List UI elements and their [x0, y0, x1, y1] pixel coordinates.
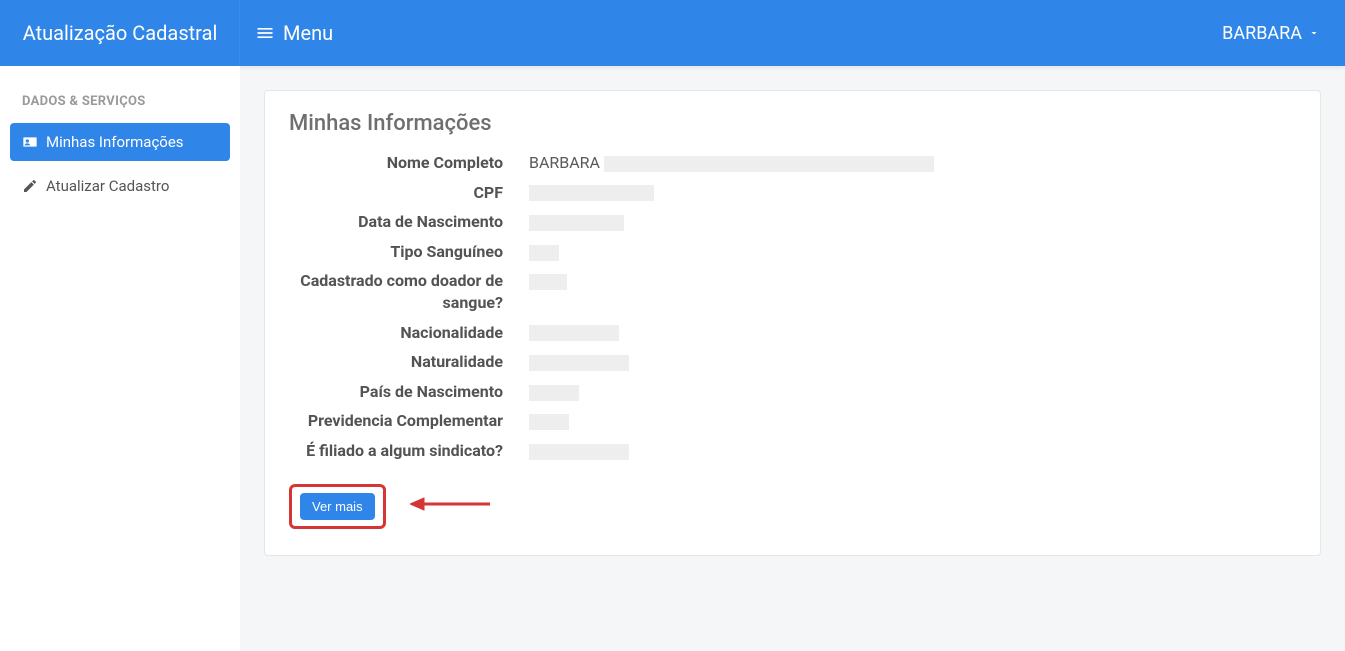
id-card-icon — [22, 134, 38, 150]
ver-mais-button[interactable]: Ver mais — [300, 493, 375, 520]
info-value — [529, 351, 1296, 373]
info-value — [529, 241, 1296, 263]
highlight-box: Ver mais — [289, 484, 386, 529]
info-row: Nacionalidade — [289, 318, 1296, 348]
redacted-value — [529, 325, 619, 341]
hamburger-icon — [255, 23, 275, 43]
annotation-arrow — [410, 492, 490, 520]
redacted-value — [529, 245, 559, 261]
sidebar-item-atualizar-cadastro[interactable]: Atualizar Cadastro — [10, 167, 230, 205]
info-row: Nome CompletoBARBARA — [289, 148, 1296, 178]
info-row: Previdencia Complementar — [289, 406, 1296, 436]
info-value — [529, 211, 1296, 233]
info-row: País de Nascimento — [289, 377, 1296, 407]
info-value: BARBARA — [529, 152, 1296, 174]
info-label: É filiado a algum sindicato? — [289, 440, 529, 462]
edit-icon — [22, 178, 38, 194]
content: Minhas Informações Nome CompletoBARBARA … — [240, 66, 1345, 651]
info-label: Nacionalidade — [289, 322, 529, 344]
info-row: CPF — [289, 178, 1296, 208]
info-label: Naturalidade — [289, 351, 529, 373]
info-label: CPF — [289, 182, 529, 204]
card-title: Minhas Informações — [289, 111, 1296, 136]
redacted-value — [604, 156, 934, 172]
info-value — [529, 381, 1296, 403]
user-menu[interactable]: BARBARA — [1222, 23, 1320, 44]
info-value — [529, 270, 1296, 292]
info-value — [529, 182, 1296, 204]
redacted-value — [529, 444, 629, 460]
info-label: Cadastrado como doador de sangue? — [289, 270, 529, 313]
info-label: Previdencia Complementar — [289, 410, 529, 432]
brand-title: Atualização Cadastral — [0, 0, 240, 66]
sidebar-item-label: Minhas Informações — [46, 133, 184, 151]
info-label: Nome Completo — [289, 152, 529, 174]
info-value — [529, 410, 1296, 432]
info-row: Tipo Sanguíneo — [289, 237, 1296, 267]
info-value — [529, 440, 1296, 462]
info-row: Naturalidade — [289, 347, 1296, 377]
redacted-value — [529, 414, 569, 430]
sidebar: DADOS & SERVIÇOS Minhas Informações Atua… — [0, 66, 240, 651]
info-row: Data de Nascimento — [289, 207, 1296, 237]
info-card: Minhas Informações Nome CompletoBARBARA … — [264, 90, 1321, 556]
redacted-value — [529, 385, 579, 401]
redacted-value — [529, 355, 629, 371]
info-label: Data de Nascimento — [289, 211, 529, 233]
redacted-value — [529, 215, 624, 231]
caret-down-icon — [1308, 27, 1320, 39]
info-row: É filiado a algum sindicato? — [289, 436, 1296, 466]
menu-toggle[interactable]: Menu — [255, 21, 333, 45]
sidebar-heading: DADOS & SERVIÇOS — [10, 84, 230, 123]
sidebar-item-minhas-informacoes[interactable]: Minhas Informações — [10, 123, 230, 161]
info-label: País de Nascimento — [289, 381, 529, 403]
topbar: Atualização Cadastral Menu BARBARA — [0, 0, 1345, 66]
menu-label: Menu — [283, 21, 333, 45]
info-label: Tipo Sanguíneo — [289, 241, 529, 263]
redacted-value — [529, 185, 654, 201]
sidebar-item-label: Atualizar Cadastro — [46, 177, 169, 195]
user-name: BARBARA — [1222, 23, 1302, 44]
info-row: Cadastrado como doador de sangue? — [289, 266, 1296, 317]
redacted-value — [529, 274, 567, 290]
info-value — [529, 322, 1296, 344]
